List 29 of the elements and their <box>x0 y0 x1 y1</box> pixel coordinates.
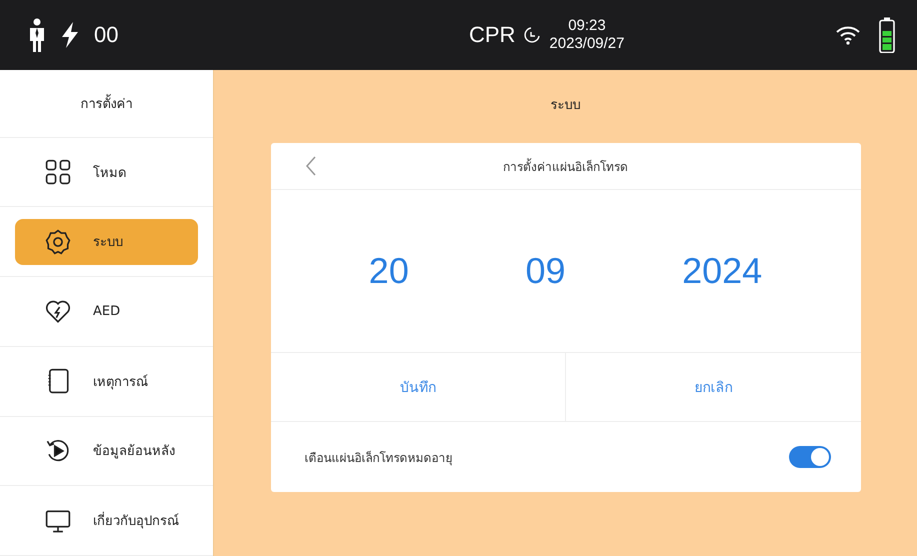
wifi-icon <box>834 25 861 45</box>
mode-label: CPR <box>468 22 516 48</box>
sidebar-item[interactable]: ระบบ <box>15 218 198 265</box>
sidebar-item[interactable]: AED <box>15 288 198 334</box>
date-value[interactable]: 20 <box>368 250 409 292</box>
sidebar-item[interactable]: ข้อมูลย้อนหลัง <box>15 428 198 474</box>
battery-icon <box>878 17 895 53</box>
sidebar-item[interactable]: โหมด <box>15 149 198 196</box>
date-text: 2023/09/27 <box>549 35 624 53</box>
heart-lightning-icon <box>45 298 71 324</box>
dialog-title: การตั้งค่าแผ่นอิเล็กโทรด <box>503 157 628 176</box>
grid-icon <box>45 159 71 186</box>
sidebar-item[interactable]: เกี่ยวกับอุปกรณ์ <box>15 498 198 544</box>
back-icon[interactable] <box>304 156 316 176</box>
time-text: 09:23 <box>568 17 606 35</box>
replay-icon <box>45 438 71 464</box>
sidebar-item[interactable]: เหตุการณ์ <box>15 358 198 404</box>
lightning-icon <box>60 22 80 48</box>
page-title: ระบบ <box>550 96 580 114</box>
person-icon <box>28 18 46 52</box>
date-value[interactable]: 2024 <box>682 250 762 292</box>
toggle-switch[interactable] <box>788 446 830 468</box>
sidebar-title: การตั้งค่า <box>0 70 213 138</box>
shock-count: 00 <box>94 22 118 48</box>
setting-label: เตือนแผ่นอิเล็กโทรดหมดอายุ <box>304 450 452 466</box>
gear-icon <box>45 228 71 255</box>
date-value[interactable]: 09 <box>525 250 566 292</box>
timer-icon <box>523 26 542 44</box>
monitor-icon <box>45 508 71 534</box>
